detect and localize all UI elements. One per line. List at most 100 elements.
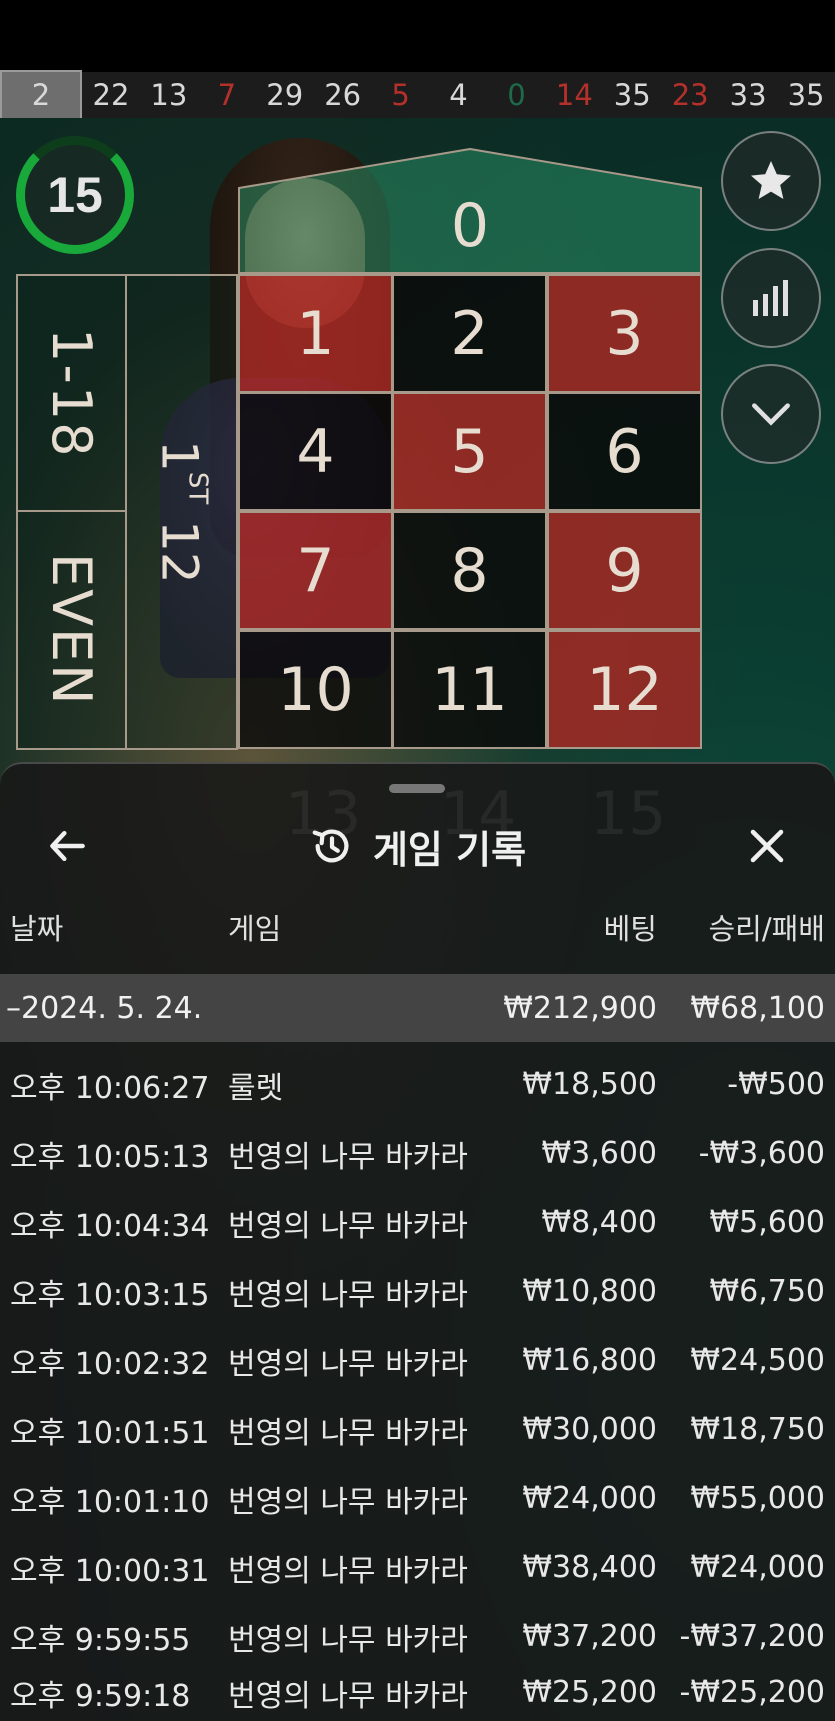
row-bet: ₩25,200 bbox=[522, 1675, 657, 1710]
row-bet: ₩3,600 bbox=[541, 1136, 657, 1171]
recent-result-current: 2 bbox=[0, 70, 82, 120]
recent-result: 7 bbox=[217, 78, 237, 112]
close-button[interactable] bbox=[737, 816, 797, 876]
row-bet: ₩10,800 bbox=[522, 1274, 657, 1309]
panel-title-text: 게임 기록 bbox=[372, 827, 527, 872]
recent-result: 23 bbox=[671, 78, 709, 112]
row-game: 번영의 나무 바카라 bbox=[228, 1346, 468, 1382]
row-bet: ₩30,000 bbox=[522, 1412, 657, 1447]
row-game: 번영의 나무 바카라 bbox=[228, 1277, 468, 1313]
recent-result: 26 bbox=[324, 78, 362, 112]
row-time: 오후 10:02:32 bbox=[10, 1346, 210, 1382]
row-game: 번영의 나무 바카라 bbox=[228, 1622, 468, 1658]
row-bet: ₩38,400 bbox=[522, 1550, 657, 1585]
statistics-button[interactable] bbox=[721, 248, 821, 348]
zero-outline bbox=[238, 148, 702, 274]
row-time: 오후 10:03:15 bbox=[10, 1277, 210, 1313]
column-header-bet: 베팅 bbox=[603, 912, 657, 946]
bet-spot-number[interactable]: 5 bbox=[392, 392, 547, 511]
bet-spot-number[interactable]: 1 bbox=[238, 274, 393, 393]
row-game: 번영의 나무 바카라 bbox=[228, 1484, 468, 1520]
bet-1-18-label: 1-18 bbox=[40, 327, 103, 459]
bet-spot-number[interactable]: 12 bbox=[547, 630, 702, 749]
bet-spot-number[interactable]: 9 bbox=[547, 511, 702, 630]
row-game: 번영의 나무 바카라 bbox=[228, 1415, 468, 1451]
panel-title: 게임 기록 bbox=[0, 816, 835, 876]
row-time: 오후 10:00:31 bbox=[10, 1553, 210, 1589]
recent-result: 0 bbox=[507, 78, 526, 112]
history-row[interactable]: 오후 10:02:32 번영의 나무 바카라 ₩16,800 ₩24,500 bbox=[0, 1326, 835, 1395]
history-row[interactable]: 오후 9:59:55 번영의 나무 바카라 ₩37,200 -₩37,200 bbox=[0, 1602, 835, 1671]
row-game: 번영의 나무 바카라 bbox=[228, 1139, 468, 1175]
recent-result: 33 bbox=[729, 78, 767, 112]
recent-result: 35 bbox=[613, 78, 651, 112]
timer-value: 15 bbox=[47, 167, 103, 223]
drag-handle[interactable] bbox=[389, 784, 445, 793]
row-win-loss: ₩24,000 bbox=[690, 1550, 825, 1585]
recent-result: 35 bbox=[787, 78, 825, 112]
row-bet: ₩16,800 bbox=[522, 1343, 657, 1378]
close-icon bbox=[750, 829, 784, 863]
favorite-button[interactable] bbox=[721, 131, 821, 231]
countdown-timer: 15 bbox=[16, 136, 134, 254]
row-time: 오후 10:04:34 bbox=[10, 1208, 210, 1244]
game-history-panel: 13 14 15 게임 기록 날짜 게임 베팅 승리/패배 –2024. 5. … bbox=[0, 762, 835, 1721]
recent-result: 22 bbox=[92, 78, 130, 112]
recent-result: 13 bbox=[150, 78, 188, 112]
row-bet: ₩8,400 bbox=[541, 1205, 657, 1240]
bet-even-label: EVEN bbox=[40, 553, 103, 707]
star-icon bbox=[751, 161, 791, 199]
recent-results-strip: 2 22 13 7 29 26 5 4 0 14 35 23 33 35 bbox=[0, 70, 835, 120]
recent-result: 5 bbox=[391, 78, 410, 112]
chevron-down-icon bbox=[752, 403, 790, 426]
row-bet: ₩37,200 bbox=[522, 1619, 657, 1654]
column-header-win-loss: 승리/패배 bbox=[708, 912, 826, 946]
row-time: 오후 9:59:55 bbox=[10, 1622, 191, 1658]
row-game: 번영의 나무 바카라 bbox=[228, 1208, 468, 1244]
row-game: 번영의 나무 바카라 bbox=[228, 1553, 468, 1589]
row-game: 번영의 나무 바카라 bbox=[228, 1678, 468, 1714]
dozen-label: 1ST 12 bbox=[150, 440, 213, 584]
history-row[interactable]: 오후 10:03:15 번영의 나무 바카라 ₩10,800 ₩6,750 bbox=[0, 1257, 835, 1326]
recent-result: 14 bbox=[555, 78, 593, 112]
row-time: 오후 10:05:13 bbox=[10, 1139, 210, 1175]
row-win-loss: ₩18,750 bbox=[690, 1412, 825, 1447]
history-row[interactable]: 오후 10:05:13 번영의 나무 바카라 ₩3,600 -₩3,600 bbox=[0, 1119, 835, 1188]
bet-spot-number[interactable]: 7 bbox=[238, 511, 393, 630]
bet-spot-number[interactable]: 8 bbox=[392, 511, 547, 630]
bet-spot-number[interactable]: 6 bbox=[547, 392, 702, 511]
bet-spot-1st-12[interactable]: 1ST 12 bbox=[125, 274, 238, 750]
history-icon bbox=[312, 829, 349, 863]
history-row[interactable]: 오후 10:01:51 번영의 나무 바카라 ₩30,000 ₩18,750 bbox=[0, 1395, 835, 1464]
bet-spot-number[interactable]: 2 bbox=[392, 274, 547, 393]
column-header-date: 날짜 bbox=[10, 912, 64, 946]
bet-spot-number[interactable]: 3 bbox=[547, 274, 702, 393]
row-bet: ₩24,000 bbox=[522, 1481, 657, 1516]
recent-result: 4 bbox=[449, 78, 468, 112]
history-row[interactable]: 오후 10:01:10 번영의 나무 바카라 ₩24,000 ₩55,000 bbox=[0, 1464, 835, 1533]
history-row[interactable]: 오후 9:59:18 번영의 나무 바카라 ₩25,200 -₩25,200 bbox=[0, 1662, 835, 1721]
history-row[interactable]: 오후 10:06:27 룰렛 ₩18,500 -₩500 bbox=[0, 1050, 835, 1119]
row-time: 오후 10:06:27 bbox=[10, 1070, 210, 1106]
statistics-icon bbox=[753, 280, 788, 316]
date-group-row[interactable]: –2024. 5. 24. ₩212,900 ₩68,100 bbox=[0, 974, 835, 1042]
date-group-bet-total: ₩212,900 bbox=[503, 990, 657, 1026]
row-time: 오후 10:01:51 bbox=[10, 1415, 210, 1451]
row-win-loss: -₩25,200 bbox=[679, 1675, 825, 1710]
bet-spot-number[interactable]: 10 bbox=[238, 630, 393, 749]
row-game: 룰렛 bbox=[228, 1070, 284, 1106]
bet-spot-number[interactable]: 4 bbox=[238, 392, 393, 511]
history-row[interactable]: 오후 10:00:31 번영의 나무 바카라 ₩38,400 ₩24,000 bbox=[0, 1533, 835, 1602]
row-win-loss: ₩5,600 bbox=[709, 1205, 825, 1240]
bet-spot-even[interactable]: EVEN bbox=[16, 510, 127, 750]
row-bet: ₩18,500 bbox=[522, 1067, 657, 1102]
row-win-loss: ₩55,000 bbox=[690, 1481, 825, 1516]
bet-spot-number[interactable]: 11 bbox=[392, 630, 547, 749]
row-win-loss: -₩500 bbox=[727, 1067, 825, 1102]
history-row[interactable]: 오후 10:04:34 번영의 나무 바카라 ₩8,400 ₩5,600 bbox=[0, 1188, 835, 1257]
row-time: 오후 9:59:18 bbox=[10, 1678, 191, 1714]
collapse-button[interactable] bbox=[721, 364, 821, 464]
date-group-win-total: ₩68,100 bbox=[690, 990, 825, 1026]
bet-spot-1-18[interactable]: 1-18 bbox=[16, 274, 127, 512]
date-group-label: –2024. 5. 24. bbox=[6, 990, 203, 1026]
